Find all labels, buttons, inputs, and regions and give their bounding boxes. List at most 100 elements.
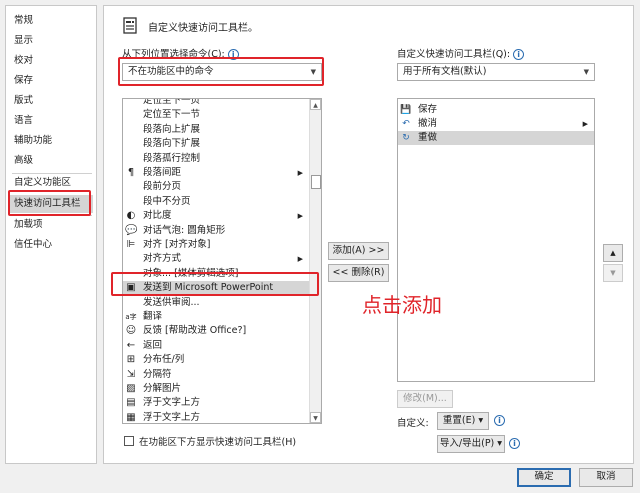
command-list-item[interactable]: 发送供审阅...: [123, 296, 309, 310]
toolbar-commands-listbox[interactable]: 💾 保存 ↶ 撤消 ▶ ↻ 重做: [397, 98, 595, 382]
redo-icon: ↻: [402, 133, 410, 143]
command-icon: [125, 253, 137, 265]
options-nav: 常规 显示 校对 保存 版式 语言 辅助功能 高级 自定义功能区 快速访问工具栏…: [5, 5, 97, 464]
command-list-item[interactable]: a字 翻译: [123, 310, 309, 324]
nav-item-save[interactable]: 保存: [14, 72, 33, 90]
command-label: 段前分页: [143, 181, 182, 193]
command-icon: ◐: [126, 210, 136, 222]
add-button[interactable]: 添加(A) >>: [328, 242, 389, 260]
command-icon: a字: [125, 313, 137, 321]
command-label: 浮于文字上方: [143, 411, 201, 423]
toolbar-item-label: 保存: [418, 104, 438, 115]
command-icon: [125, 196, 137, 208]
submenu-arrow-icon: ▶: [297, 212, 303, 221]
command-list-item[interactable]: ▦ 浮于文字上方: [123, 411, 309, 423]
nav-item-language[interactable]: 语言: [14, 112, 33, 130]
command-label: 段落孤行控制: [143, 152, 201, 164]
command-list-item[interactable]: 对象... [媒体剪辑选项]: [123, 267, 309, 281]
choose-commands-label-text: 从下列位置选择命令(C):: [122, 49, 225, 60]
command-list-item[interactable]: ← 返回: [123, 339, 309, 353]
nav-item-quick-access-toolbar[interactable]: 快速访问工具栏: [9, 195, 93, 213]
nav-item-addins[interactable]: 加载项: [14, 216, 43, 234]
command-list-item[interactable]: ▨ 分解图片: [123, 382, 309, 396]
toolbar-scope-select[interactable]: 用于所有文档(默认) ▼: [397, 63, 595, 81]
nav-item-accessibility[interactable]: 辅助功能: [14, 132, 52, 150]
undo-icon: ↶: [402, 119, 410, 129]
command-label: 浮于文字上方: [143, 397, 201, 409]
nav-item-display[interactable]: 显示: [14, 32, 33, 50]
command-icon: [125, 297, 137, 309]
command-list-item[interactable]: 定位至下一页: [123, 99, 309, 108]
command-list-item[interactable]: ☺ 反馈 [帮助改进 Office?]: [123, 324, 309, 338]
command-label: 段落向下扩展: [143, 138, 201, 150]
page-title: 自定义快速访问工具栏。: [148, 23, 258, 34]
command-icon: ▣: [126, 282, 136, 294]
scroll-up-arrow-icon[interactable]: ▲: [310, 99, 321, 110]
move-down-button[interactable]: ▼: [603, 264, 623, 282]
info-icon[interactable]: i: [509, 438, 520, 449]
move-up-button[interactable]: ▲: [603, 244, 623, 262]
command-label: 发送到 Microsoft PowerPoint: [143, 282, 274, 294]
choose-commands-label: 从下列位置选择命令(C): i: [122, 46, 239, 60]
nav-item-proofing[interactable]: 校对: [14, 52, 33, 70]
info-icon[interactable]: i: [227, 49, 239, 60]
ok-button[interactable]: 确定: [517, 468, 571, 487]
command-label: 对比度: [143, 210, 172, 222]
scroll-thumb[interactable]: [311, 175, 321, 189]
save-icon: 💾: [400, 105, 412, 115]
command-label: 段落间距: [143, 167, 182, 178]
nav-item-layout[interactable]: 版式: [14, 92, 33, 110]
command-label: 对齐 [对齐对象]: [143, 239, 211, 250]
choose-commands-select[interactable]: 不在功能区中的命令 ▼: [122, 63, 322, 81]
command-icon: ¶: [127, 167, 135, 178]
info-icon[interactable]: i: [494, 415, 505, 426]
command-list-item[interactable]: ▣ 发送到 Microsoft PowerPoint: [123, 281, 309, 296]
command-label: 翻译: [143, 311, 163, 322]
toolbar-item-label: 重做: [418, 132, 438, 143]
command-list-item[interactable]: 定位至下一节: [123, 108, 309, 122]
chevron-down-icon: ▼: [583, 68, 589, 76]
command-list-item[interactable]: 段落孤行控制: [123, 152, 309, 166]
show-below-ribbon-checkbox[interactable]: [124, 436, 134, 446]
submenu-arrow-icon: ▶: [297, 169, 303, 177]
toolbar-item-save[interactable]: 💾 保存: [398, 103, 594, 117]
command-icon: ⊞: [126, 354, 136, 366]
command-list-item[interactable]: 段落向下扩展: [123, 137, 309, 151]
triangle-up-icon: ▲: [610, 249, 616, 257]
submenu-arrow-icon: ▶: [582, 120, 588, 128]
toolbar-item-redo[interactable]: ↻ 重做: [398, 131, 594, 146]
command-list-item[interactable]: ¶ 段落间距 ▶: [123, 166, 309, 180]
reset-button[interactable]: 重置(E) ▾: [437, 412, 489, 430]
command-icon: ⇲: [126, 368, 136, 380]
command-icon: [125, 153, 137, 165]
customize-toolbar-label: 自定义快速访问工具栏(Q): i: [397, 46, 525, 60]
command-list-item[interactable]: ⊫ 对齐 [对齐对象]: [123, 238, 309, 252]
nav-item-trust-center[interactable]: 信任中心: [14, 236, 52, 254]
command-list-item[interactable]: ▤ 浮于文字上方: [123, 396, 309, 410]
cancel-button[interactable]: 取消: [579, 468, 633, 487]
main-panel: 自定义快速访问工具栏。 从下列位置选择命令(C): i 不在功能区中的命令 ▼ …: [103, 5, 634, 464]
commands-listbox[interactable]: ▦ 浮于文字上方 ▤ 浮于文字上方 ▨ 分解图片 ⇲ 分隔符 ⊞ 分布任/列 ← 返回 ☺ 反馈 [帮助改…: [122, 98, 322, 424]
info-icon[interactable]: i: [513, 49, 525, 60]
command-list-item[interactable]: 段前分页: [123, 180, 309, 194]
nav-item-advanced[interactable]: 高级: [14, 152, 33, 170]
command-list-item[interactable]: 段落向上扩展: [123, 123, 309, 137]
command-icon: [125, 99, 137, 107]
command-list-item[interactable]: ⇲ 分隔符: [123, 368, 309, 382]
command-list-item[interactable]: ⊞ 分布任/列: [123, 353, 309, 367]
commands-scrollbar[interactable]: ▲ ▼: [309, 99, 321, 423]
nav-item-general[interactable]: 常规: [14, 12, 33, 30]
command-list-item[interactable]: 段中不分页: [123, 195, 309, 209]
toolbar-item-undo[interactable]: ↶ 撤消 ▶: [398, 117, 594, 131]
nav-item-customize-ribbon[interactable]: 自定义功能区: [14, 174, 71, 192]
command-list-item[interactable]: ◐ 对比度 ▶: [123, 209, 309, 223]
import-export-button[interactable]: 导入/导出(P) ▾: [437, 435, 505, 453]
command-label: 分布任/列: [143, 354, 185, 366]
command-list-item[interactable]: 💬 对话气泡: 圆角矩形: [123, 224, 309, 238]
command-icon: ⊫: [126, 239, 136, 250]
modify-button[interactable]: 修改(M)...: [397, 390, 453, 408]
scroll-down-arrow-icon[interactable]: ▼: [310, 412, 321, 423]
remove-button[interactable]: << 删除(R): [328, 264, 389, 282]
command-list-item[interactable]: 对齐方式 ▶: [123, 252, 309, 266]
command-label: 分隔符: [143, 368, 172, 380]
